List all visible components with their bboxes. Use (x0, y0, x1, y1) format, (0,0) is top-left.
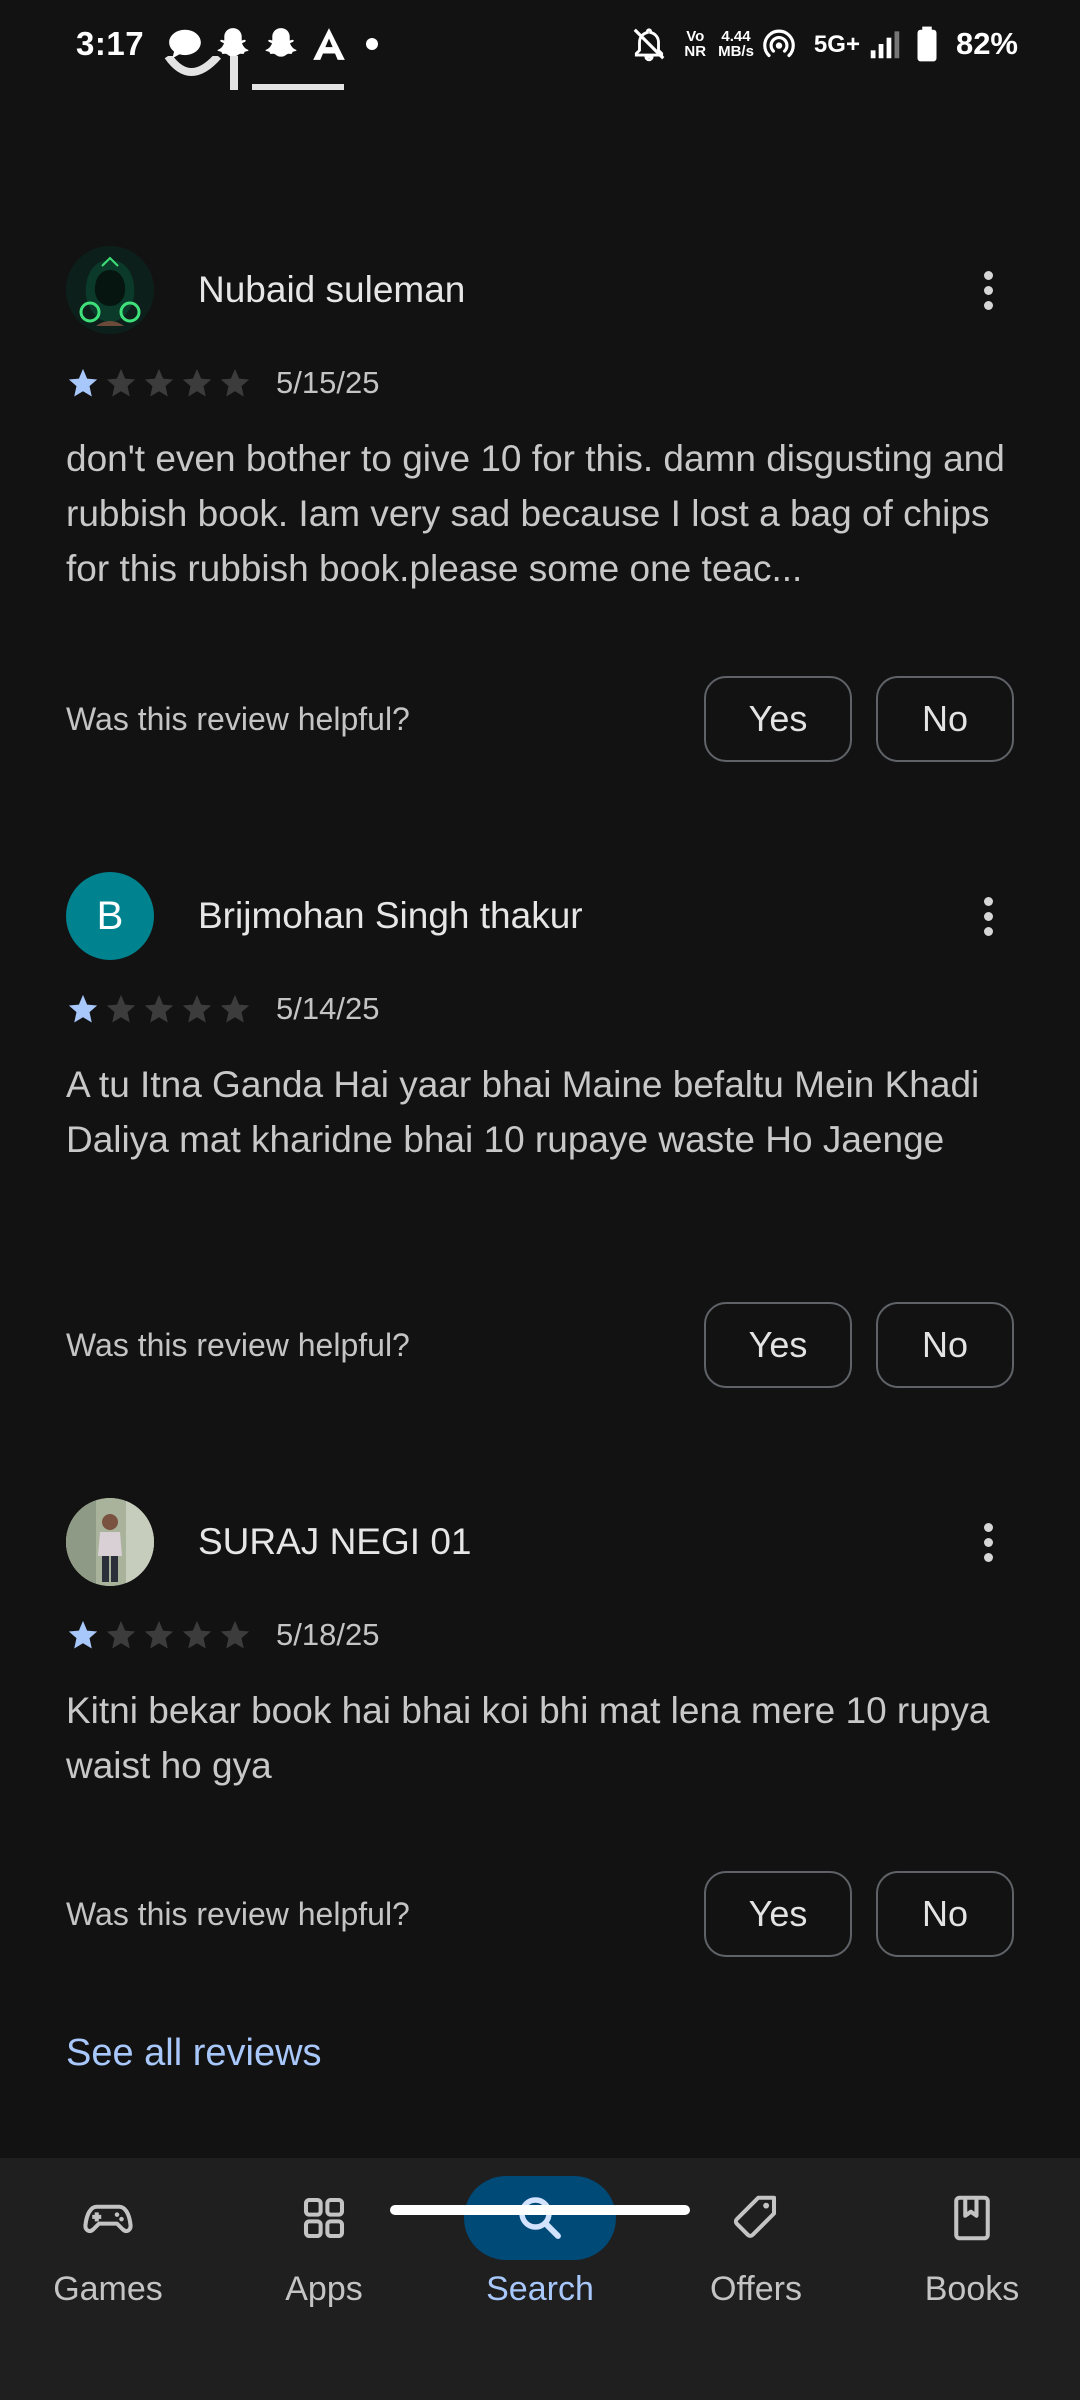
star-empty-icon (218, 992, 252, 1026)
helpful-row: Was this review helpful? Yes No (66, 675, 1014, 763)
home-indicator[interactable] (390, 2205, 690, 2215)
star-empty-icon (142, 992, 176, 1026)
star-rating (66, 1618, 256, 1652)
network-speed: 4.44 MB/s (718, 28, 754, 60)
more-options-icon[interactable] (960, 1514, 1016, 1570)
star-rating (66, 366, 256, 400)
helpful-question: Was this review helpful? (66, 1895, 410, 1932)
nav-label: Apps (285, 2270, 363, 2308)
star-empty-icon (180, 366, 214, 400)
helpful-no-button[interactable]: No (876, 1302, 1014, 1388)
star-rating (66, 992, 256, 1026)
review-date: 5/14/25 (276, 991, 380, 1026)
bell-muted-icon (630, 25, 668, 63)
review-meta: 5/18/25 (66, 1613, 379, 1657)
star-empty-icon (218, 366, 252, 400)
signal-icon (866, 25, 904, 63)
star-empty-icon (104, 366, 138, 400)
review-header: B Brijmohan Singh thakur (66, 861, 1016, 971)
review-text[interactable]: don't even bother to give 10 for this. d… (66, 431, 1026, 596)
helpful-no-button[interactable]: No (876, 676, 1014, 762)
bookmark-book-icon (954, 2195, 990, 2241)
review-text[interactable]: A tu Itna Ganda Hai yaar bhai Maine befa… (66, 1057, 1026, 1167)
helpful-no-button[interactable]: No (876, 1871, 1014, 1957)
review-date: 5/15/25 (276, 365, 380, 400)
reviewer-name: Nubaid suleman (198, 269, 466, 310)
avatar[interactable]: B (66, 872, 154, 960)
nav-item-search[interactable]: Search (432, 2176, 648, 2326)
helpful-row: Was this review helpful? Yes No (66, 1301, 1014, 1389)
star-empty-icon (142, 366, 176, 400)
gamepad-icon (83, 2204, 133, 2233)
nav-label: Games (53, 2270, 163, 2308)
review-header: Nubaid suleman (66, 235, 1016, 345)
helpful-yes-button[interactable]: Yes (704, 676, 852, 762)
nav-item-apps[interactable]: Apps (216, 2176, 432, 2326)
nav-item-books[interactable]: Books (864, 2176, 1080, 2326)
cut-off-header-fragment (164, 56, 344, 90)
star-filled-icon (66, 1618, 100, 1652)
nav-label: Books (924, 2270, 1020, 2308)
star-filled-icon (66, 992, 100, 1026)
status-time: 3:17 (76, 25, 145, 62)
helpful-yes-button[interactable]: Yes (704, 1871, 852, 1957)
nav-label: Offers (710, 2270, 802, 2308)
nav-item-games[interactable]: Games (0, 2176, 216, 2326)
helpful-question: Was this review helpful? (66, 1326, 410, 1363)
reviewer-name: SURAJ NEGI 01 (198, 1521, 472, 1562)
more-options-icon[interactable] (960, 262, 1016, 318)
helpful-row: Was this review helpful? Yes No (66, 1870, 1014, 1958)
hooded-figure-avatar (66, 246, 154, 334)
star-filled-icon (66, 366, 100, 400)
notification-dot (366, 38, 379, 50)
nav-label: Search (486, 2270, 594, 2308)
star-empty-icon (180, 1618, 214, 1652)
search-icon (519, 2197, 561, 2239)
helpful-question: Was this review helpful? (66, 700, 410, 737)
star-empty-icon (218, 1618, 252, 1652)
more-options-icon[interactable] (960, 888, 1016, 944)
apps-grid-icon (303, 2197, 345, 2239)
helpful-yes-button[interactable]: Yes (704, 1302, 852, 1388)
star-empty-icon (104, 1618, 138, 1652)
star-empty-icon (180, 992, 214, 1026)
battery-icon (914, 25, 940, 63)
review-screen: 3:17 Vo NR 4.44 MB/s 5G+ 82% Nubaid sule… (0, 0, 1080, 2400)
bottom-navigation: Games Apps Search Offers Books (0, 2158, 1080, 2400)
reviewer-name: Brijmohan Singh thakur (198, 895, 583, 936)
vo-nr-indicator: Vo NR (684, 28, 707, 60)
hotspot-icon (760, 25, 798, 63)
avatar[interactable] (66, 246, 154, 334)
star-empty-icon (104, 992, 138, 1026)
review-meta: 5/14/25 (66, 987, 379, 1031)
review-text[interactable]: Kitni bekar book hai bhai koi bhi mat le… (66, 1683, 1026, 1793)
tag-icon (733, 2195, 777, 2238)
avatar[interactable] (66, 1498, 154, 1586)
review-header: SURAJ NEGI 01 (66, 1487, 1016, 1597)
person-photo-avatar (66, 1498, 154, 1586)
network-type: 5G+ (813, 30, 860, 58)
review-date: 5/18/25 (276, 1617, 380, 1652)
battery-percent: 82% (955, 26, 1018, 61)
review-meta: 5/15/25 (66, 361, 379, 405)
nav-item-offers[interactable]: Offers (648, 2176, 864, 2326)
see-all-reviews-link[interactable]: See all reviews (66, 2032, 322, 2075)
star-empty-icon (142, 1618, 176, 1652)
